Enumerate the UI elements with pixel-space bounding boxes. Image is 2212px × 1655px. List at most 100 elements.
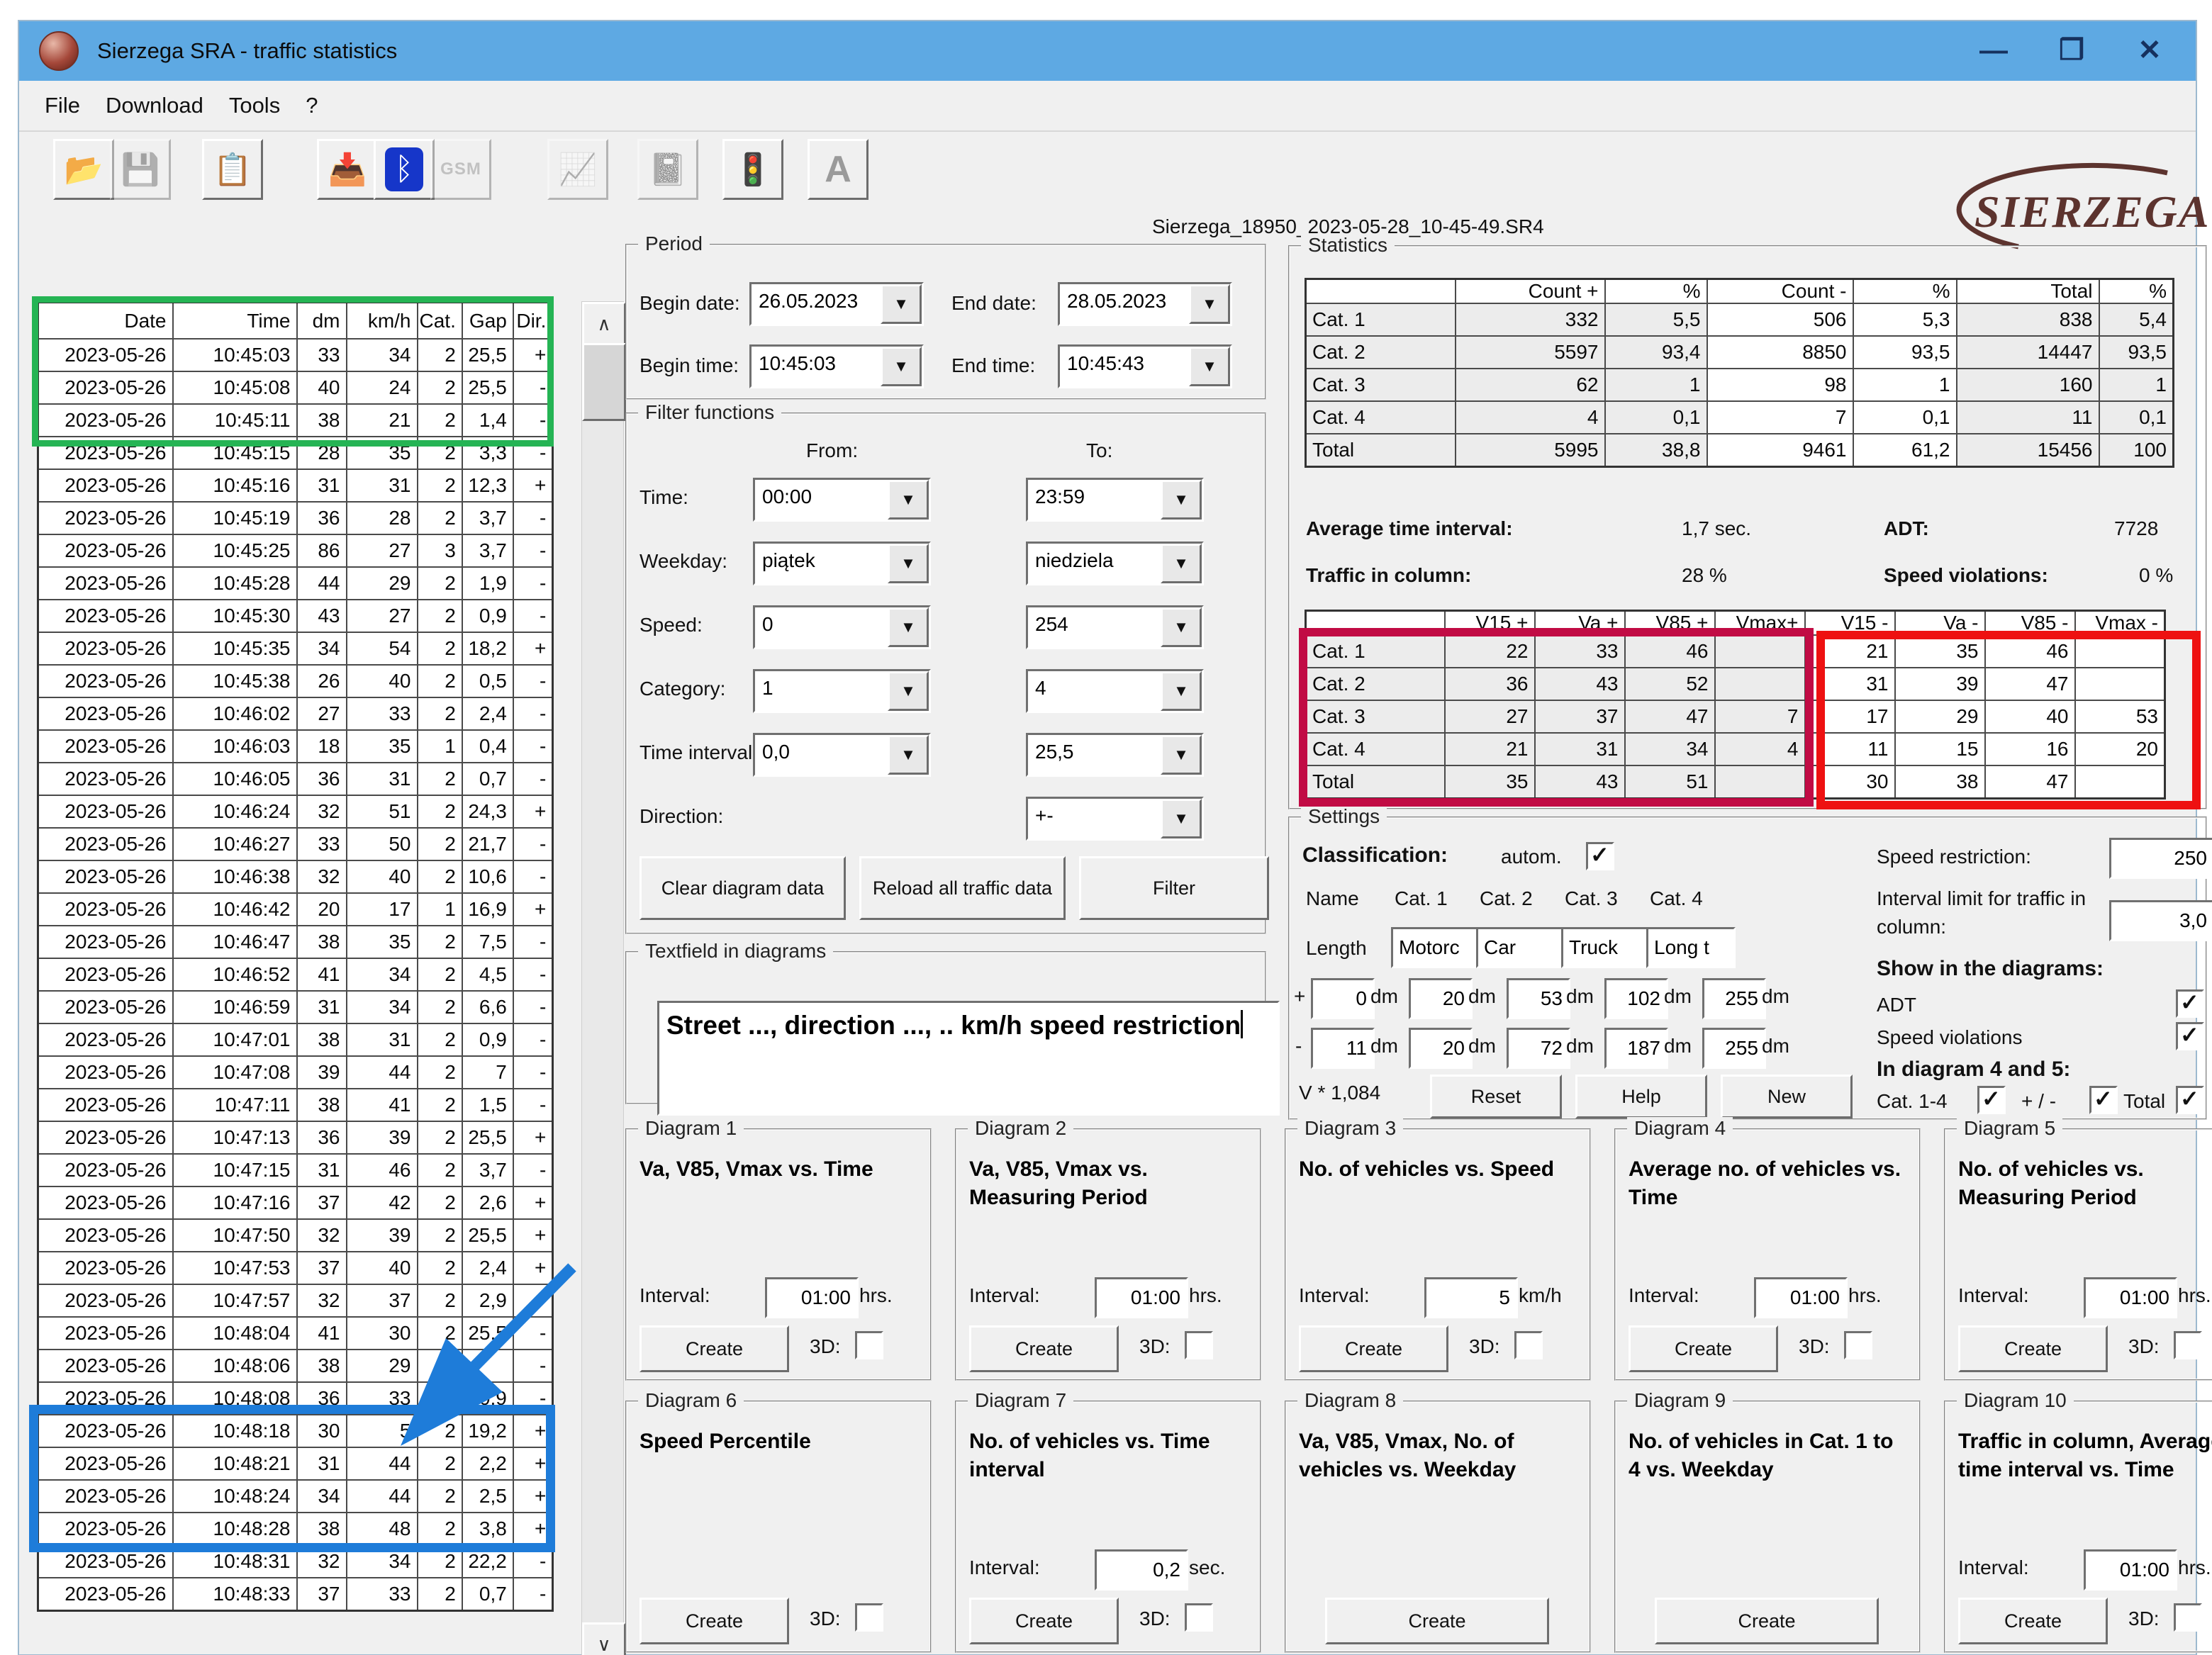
d3-checkbox[interactable] <box>1185 1603 1213 1632</box>
interval-input[interactable]: 5 <box>1424 1277 1518 1318</box>
chevron-down-icon[interactable]: ▼ <box>1161 735 1202 775</box>
create-button[interactable]: Create <box>1299 1325 1448 1372</box>
toolbar-button[interactable]: ᛒ <box>374 139 435 200</box>
traffic-table-row[interactable]: 2023-05-26 10:47:01 38 31 2 0,9 - <box>38 1023 553 1056</box>
traffic-table-row[interactable]: 2023-05-26 10:45:03 33 34 2 25,5 + <box>38 339 553 371</box>
d3-checkbox[interactable] <box>2174 1603 2202 1632</box>
total-checkbox[interactable] <box>2176 1086 2204 1114</box>
d3-checkbox[interactable] <box>1514 1331 1543 1359</box>
d3-checkbox[interactable] <box>855 1603 883 1632</box>
filter-from-select[interactable]: 1▼ <box>753 669 931 713</box>
traffic-table-row[interactable]: 2023-05-26 10:48:24 34 44 2 2,5 + <box>38 1480 553 1513</box>
chevron-down-icon[interactable]: ▼ <box>1161 799 1202 838</box>
traffic-table-row[interactable]: 2023-05-26 10:48:28 38 48 2 3,8 + <box>38 1513 553 1545</box>
reload-all-traffic-data-button[interactable]: Reload all traffic data <box>859 856 1066 920</box>
filter-to-select[interactable]: 25,5▼ <box>1026 733 1204 777</box>
new-button[interactable]: New <box>1721 1075 1853 1118</box>
filter-from-select[interactable]: piątek▼ <box>753 542 931 585</box>
length-minus-input[interactable]: 187 <box>1604 1028 1668 1069</box>
traffic-table-row[interactable]: 2023-05-26 10:46:52 41 34 2 4,5 - <box>38 958 553 991</box>
scroll-up-button[interactable]: ∧ <box>582 302 626 346</box>
chevron-down-icon[interactable]: ▼ <box>1161 544 1202 583</box>
chevron-down-icon[interactable]: ▼ <box>1189 347 1230 386</box>
traffic-table-row[interactable]: 2023-05-26 10:45:30 43 27 2 0,9 - <box>38 600 553 632</box>
length-plus-input[interactable]: 53 <box>1507 978 1570 1019</box>
d3-checkbox[interactable] <box>1844 1331 1872 1359</box>
traffic-table-row[interactable]: 2023-05-26 10:46:59 31 34 2 6,6 - <box>38 991 553 1023</box>
traffic-table-row[interactable]: 2023-05-26 10:45:38 26 40 2 0,5 - <box>38 665 553 697</box>
traffic-table-row[interactable]: 2023-05-26 10:48:08 36 33 0,9 - <box>38 1382 553 1415</box>
toolbar-button[interactable]: 📓 <box>637 139 698 200</box>
filter-from-select[interactable]: 0▼ <box>753 605 931 649</box>
diagram-textfield-input[interactable]: Street ..., direction ..., .. km/h speed… <box>657 1001 1280 1116</box>
filter-to-select[interactable]: 23:59▼ <box>1026 478 1204 522</box>
chevron-down-icon[interactable]: ▼ <box>881 284 922 324</box>
traffic-table-row[interactable]: 2023-05-26 10:48:21 31 44 2 2,2 + <box>38 1447 553 1480</box>
traffic-table-row[interactable]: 2023-05-26 10:45:08 40 24 2 25,5 - <box>38 371 553 404</box>
traffic-table-row[interactable]: 2023-05-26 10:47:16 37 42 2 2,6 + <box>38 1186 553 1219</box>
maximize-button[interactable]: ❒ <box>2033 26 2111 75</box>
traffic-table-row[interactable]: 2023-05-26 10:47:50 32 39 2 25,5 + <box>38 1219 553 1252</box>
toolbar-button[interactable]: A <box>808 139 868 200</box>
toolbar-button[interactable]: 📥 <box>317 139 378 200</box>
create-button[interactable]: Create <box>1655 1598 1879 1644</box>
close-button[interactable]: ✕ <box>2111 26 2189 75</box>
toolbar-button[interactable]: 📂 <box>53 139 114 200</box>
filter-button[interactable]: Filter <box>1079 856 1269 920</box>
d3-checkbox[interactable] <box>1185 1331 1213 1359</box>
begin-time-select[interactable]: 10:45:03▼ <box>749 344 924 388</box>
filter-from-select[interactable]: 0,0▼ <box>753 733 931 777</box>
traffic-table-row[interactable]: 2023-05-26 10:45:15 28 35 2 3,3 - <box>38 437 553 469</box>
traffic-table-row[interactable]: 2023-05-26 10:46:47 38 35 2 7,5 - <box>38 926 553 958</box>
traffic-table-row[interactable]: 2023-05-26 10:48:04 41 30 2 25,5 - <box>38 1317 553 1350</box>
interval-input[interactable]: 01:00 <box>1754 1277 1848 1318</box>
traffic-table-row[interactable]: 2023-05-26 10:45:16 31 31 2 12,3 + <box>38 469 553 502</box>
chevron-down-icon[interactable]: ▼ <box>1189 284 1230 324</box>
interval-input[interactable]: 01:00 <box>2084 1549 2177 1591</box>
create-button[interactable]: Create <box>1325 1598 1549 1644</box>
traffic-table-row[interactable]: 2023-05-26 10:45:19 36 28 2 3,7 - <box>38 502 553 534</box>
autom-checkbox[interactable] <box>1586 842 1614 870</box>
filter-from-select[interactable]: 00:00▼ <box>753 478 931 522</box>
chevron-down-icon[interactable]: ▼ <box>1161 671 1202 711</box>
chevron-down-icon[interactable]: ▼ <box>881 347 922 386</box>
begin-date-select[interactable]: 26.05.2023▼ <box>749 282 924 326</box>
toolbar-button[interactable]: 🚦 <box>722 139 783 200</box>
toolbar-button[interactable]: GSM <box>430 139 491 200</box>
length-minus-input[interactable]: 72 <box>1507 1028 1570 1069</box>
length-input[interactable]: Long t <box>1646 927 1736 968</box>
table-scrollbar[interactable]: ∧ ∨ <box>581 301 624 1655</box>
length-plus-input[interactable]: 255 <box>1702 978 1766 1019</box>
plus-minus-checkbox[interactable] <box>2089 1086 2118 1114</box>
traffic-table-row[interactable]: 2023-05-26 10:46:03 18 35 1 0,4 - <box>38 730 553 763</box>
traffic-table-row[interactable]: 2023-05-26 10:46:38 32 40 2 10,6 - <box>38 860 553 893</box>
traffic-table-row[interactable]: 2023-05-26 10:48:31 32 34 2 22,2 - <box>38 1545 553 1578</box>
chevron-down-icon[interactable]: ▼ <box>888 480 929 520</box>
traffic-table-row[interactable]: 2023-05-26 10:47:11 38 41 2 1,5 - <box>38 1089 553 1121</box>
chevron-down-icon[interactable]: ▼ <box>888 607 929 647</box>
chevron-down-icon[interactable]: ▼ <box>888 544 929 583</box>
length-input[interactable]: Motorc <box>1391 927 1480 968</box>
length-input[interactable]: Truck <box>1561 927 1650 968</box>
end-time-select[interactable]: 10:45:43▼ <box>1058 344 1232 388</box>
traffic-table-row[interactable]: 2023-05-26 10:48:18 30 5 2 19,2 + <box>38 1415 553 1447</box>
traffic-table-row[interactable]: 2023-05-26 10:47:53 37 40 2 2,4 + <box>38 1252 553 1284</box>
filter-to-select[interactable]: 254▼ <box>1026 605 1204 649</box>
menu-item[interactable]: Tools <box>229 93 280 118</box>
interval-input[interactable]: 01:00 <box>2084 1277 2177 1318</box>
traffic-table-row[interactable]: 2023-05-26 10:48:06 38 29 2 - <box>38 1350 553 1382</box>
toolbar-button[interactable]: 📈 <box>547 139 608 200</box>
toolbar-button[interactable]: 📋 <box>202 139 263 200</box>
create-button[interactable]: Create <box>969 1598 1119 1644</box>
interval-limit-input[interactable]: 3,0 <box>2109 900 2212 941</box>
toolbar-button[interactable]: 💾 <box>110 139 171 200</box>
length-plus-input[interactable]: 20 <box>1409 978 1473 1019</box>
length-minus-input[interactable]: 11 <box>1311 1028 1375 1069</box>
filter-to-select[interactable]: niedziela▼ <box>1026 542 1204 585</box>
menu-item[interactable]: File <box>45 93 80 118</box>
chevron-down-icon[interactable]: ▼ <box>1161 480 1202 520</box>
interval-input[interactable]: 0,2 <box>1095 1549 1188 1591</box>
chevron-down-icon[interactable]: ▼ <box>888 671 929 711</box>
d3-checkbox[interactable] <box>855 1331 883 1359</box>
traffic-table-row[interactable]: 2023-05-26 10:48:33 37 33 2 0,7 - <box>38 1578 553 1611</box>
